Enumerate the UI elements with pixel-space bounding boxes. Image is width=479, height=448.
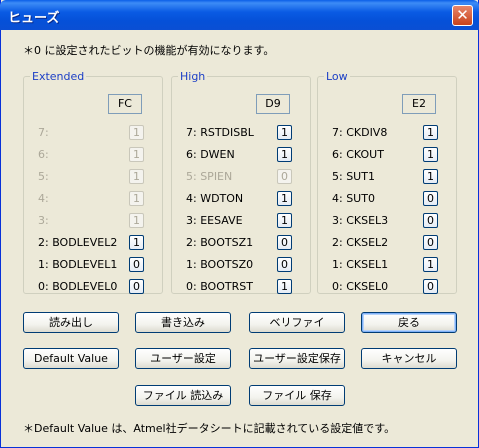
fuse-bit-label: 2: BODLEVEL2: [38, 236, 118, 249]
fuse-bit-toggle[interactable]: 0: [423, 213, 438, 228]
fuse-bit-row: 5: SPIEN 0: [172, 168, 310, 186]
fuse-bit-toggle: 1: [129, 147, 144, 162]
fuse-bit-row: 0: BODLEVEL0 0: [24, 278, 162, 296]
fuse-bit-row: 0: BOOTRST 1: [172, 278, 310, 296]
fuse-bit-toggle[interactable]: 1: [277, 125, 292, 140]
fuse-bit-toggle[interactable]: 1: [277, 191, 292, 206]
footer-note: ＊Default Value は、Atmel社データシートに記載されている設定値…: [23, 422, 396, 435]
fuse-bit-label: 6:: [38, 148, 49, 161]
fuse-bit-label: 0: BOOTRST: [186, 280, 253, 293]
group-high: High D9 7: RSTDISBL 1 6: DWEN 1 5: SPIEN 0 4: …: [171, 70, 311, 294]
fuse-bit-toggle: 0: [277, 169, 292, 184]
fuse-bit-row: 7: RSTDISBL 1: [172, 124, 310, 142]
fuse-bit-toggle[interactable]: 0: [129, 257, 144, 272]
fuse-bit-toggle[interactable]: 0: [277, 235, 292, 250]
fuse-bit-toggle: 1: [129, 125, 144, 140]
cancel-button[interactable]: キャンセル: [361, 348, 457, 369]
fuse-bit-row: 3: 1: [24, 212, 162, 230]
fuse-bit-toggle: 1: [129, 213, 144, 228]
fuse-bit-label: 6: CKOUT: [332, 148, 384, 161]
fuse-bit-row: 2: BODLEVEL2 1: [24, 234, 162, 252]
fuse-dialog: ヒューズ ✕ ＊0 に設定されたビットの機能が有効になります。 Extended…: [0, 0, 479, 448]
fuse-bit-label: 3:: [38, 214, 49, 227]
fuse-bit-toggle[interactable]: 0: [277, 257, 292, 272]
fuse-bit-row: 3: EESAVE 1: [172, 212, 310, 230]
fuse-bit-row: 1: BOOTSZ0 0: [172, 256, 310, 274]
fuse-bit-label: 1: BODLEVEL1: [38, 258, 118, 271]
fuse-bit-row: 7: CKDIV8 1: [318, 124, 456, 142]
default-value-button[interactable]: Default Value: [23, 348, 119, 369]
fuse-bit-label: 4: SUT0: [332, 192, 375, 205]
fuse-bit-label: 6: DWEN: [186, 148, 235, 161]
fuse-bit-row: 5: SUT1 1: [318, 168, 456, 186]
fuse-bit-toggle[interactable]: 1: [423, 169, 438, 184]
group-title: Extended: [32, 70, 85, 83]
fuse-bit-row: 6: 1: [24, 146, 162, 164]
fuse-note: ＊0 に設定されたビットの機能が有効になります。: [23, 44, 275, 57]
read-button[interactable]: 読み出し: [23, 312, 119, 333]
fuse-bit-toggle[interactable]: 0: [423, 279, 438, 294]
fuse-bit-label: 7: RSTDISBL: [186, 126, 254, 139]
fuse-bit-label: 7: CKDIV8: [332, 126, 388, 139]
save-user-settings-button[interactable]: ユーザー設定保存: [249, 348, 345, 369]
fuse-bit-row: 0: CKSEL0 0: [318, 278, 456, 296]
fuse-bit-row: 7: 1: [24, 124, 162, 142]
fuse-bit-label: 5: SUT1: [332, 170, 375, 183]
fuse-bit-toggle[interactable]: 1: [277, 279, 292, 294]
title-bar[interactable]: ヒューズ ✕: [0, 0, 479, 30]
fuse-bit-toggle[interactable]: 1: [277, 213, 292, 228]
fuse-bit-label: 1: CKSEL1: [332, 258, 389, 271]
fuse-bit-row: 4: 1: [24, 190, 162, 208]
fuse-bit-label: 7:: [38, 126, 49, 139]
fuse-bit-label: 0: CKSEL0: [332, 280, 389, 293]
group-extended: Extended FC 7: 1 6: 1 5: 1 4: 1 3: 1 2: BODLEVEL2 1…: [23, 70, 163, 294]
fuse-bit-row: 2: BOOTSZ1 0: [172, 234, 310, 252]
load-file-button[interactable]: ファイル 読込み: [135, 385, 231, 406]
fuse-bit-toggle: 1: [129, 169, 144, 184]
fuse-bit-label: 3: EESAVE: [186, 214, 243, 227]
fuse-bit-row: 5: 1: [24, 168, 162, 186]
close-icon: ✕: [456, 6, 469, 24]
hex-value: E2: [402, 94, 436, 114]
fuse-bit-label: 5:: [38, 170, 49, 183]
fuse-bit-toggle[interactable]: 1: [277, 147, 292, 162]
back-button[interactable]: 戻る: [361, 312, 457, 333]
fuse-bit-toggle[interactable]: 1: [423, 257, 438, 272]
fuse-bit-label: 4: WDTON: [186, 192, 244, 205]
fuse-bit-label: 2: CKSEL2: [332, 236, 389, 249]
fuse-bit-toggle: 1: [129, 191, 144, 206]
fuse-bit-label: 5: SPIEN: [186, 170, 233, 183]
fuse-bit-toggle[interactable]: 1: [423, 125, 438, 140]
fuse-bit-label: 2: BOOTSZ1: [186, 236, 254, 249]
group-title: High: [180, 70, 206, 83]
fuse-bit-toggle[interactable]: 1: [423, 147, 438, 162]
close-button[interactable]: ✕: [452, 5, 473, 26]
hex-value: D9: [256, 94, 290, 114]
fuse-bit-row: 4: WDTON 1: [172, 190, 310, 208]
fuse-bit-label: 0: BODLEVEL0: [38, 280, 118, 293]
fuse-bit-label: 3: CKSEL3: [332, 214, 389, 227]
fuse-bit-row: 3: CKSEL3 0: [318, 212, 456, 230]
hex-value: FC: [108, 94, 142, 114]
write-button[interactable]: 書き込み: [135, 312, 231, 333]
user-settings-button[interactable]: ユーザー設定: [135, 348, 231, 369]
verify-button[interactable]: ベリファイ: [249, 312, 345, 333]
fuse-bit-row: 2: CKSEL2 0: [318, 234, 456, 252]
fuse-bit-label: 4:: [38, 192, 49, 205]
fuse-bit-toggle[interactable]: 0: [129, 279, 144, 294]
fuse-bit-row: 1: CKSEL1 1: [318, 256, 456, 274]
fuse-bit-row: 6: CKOUT 1: [318, 146, 456, 164]
fuse-bit-label: 1: BOOTSZ0: [186, 258, 254, 271]
fuse-bit-row: 6: DWEN 1: [172, 146, 310, 164]
save-file-button[interactable]: ファイル 保存: [249, 385, 345, 406]
fuse-bit-row: 1: BODLEVEL1 0: [24, 256, 162, 274]
window-title: ヒューズ: [8, 11, 60, 26]
fuse-bit-toggle[interactable]: 0: [423, 235, 438, 250]
fuse-bit-toggle[interactable]: 0: [423, 191, 438, 206]
group-title: Low: [326, 70, 348, 83]
fuse-bit-toggle[interactable]: 1: [129, 235, 144, 250]
group-low: Low E2 7: CKDIV8 1 6: CKOUT 1 5: SUT1 1 4: SUT…: [317, 70, 457, 294]
fuse-bit-row: 4: SUT0 0: [318, 190, 456, 208]
